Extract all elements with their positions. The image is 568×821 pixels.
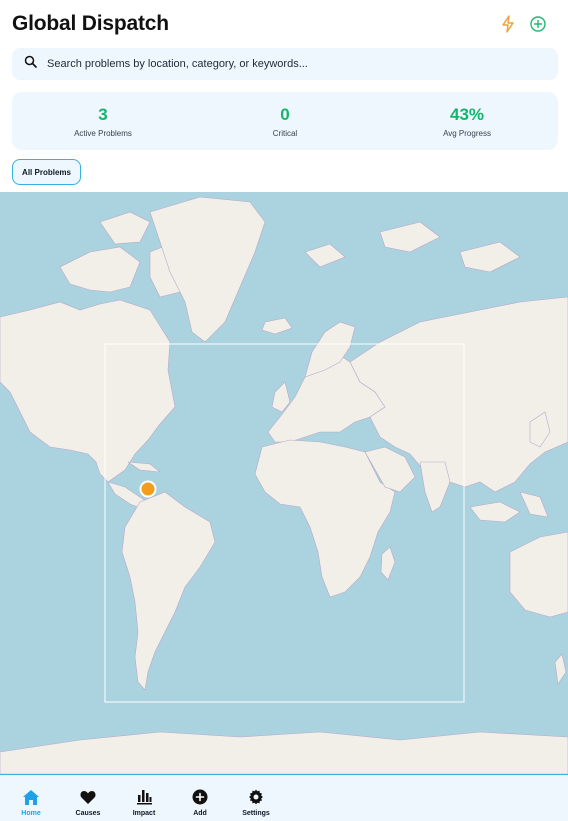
search-icon [24,55,37,73]
gear-icon [247,788,265,806]
nav-settings[interactable]: Settings [234,775,278,821]
stat-label: Critical [272,128,298,138]
filter-all-problems[interactable]: All Problems [12,159,81,185]
nav-home[interactable]: Home [9,775,53,821]
stat-critical: 0 Critical [194,92,376,150]
page-title: Global Dispatch [12,12,169,35]
stat-value: 3 [98,104,108,124]
stat-label: Active Problems [74,128,132,138]
world-map[interactable] [0,192,568,774]
search-bar[interactable] [12,48,558,80]
stat-label: Avg Progress [443,128,491,138]
lightning-icon[interactable] [498,14,518,34]
nav-label: Add [193,810,207,817]
nav-label: Home [21,810,41,817]
nav-causes[interactable]: Causes [66,775,110,821]
stat-value: 0 [280,104,290,124]
add-icon [191,788,209,806]
search-input[interactable] [47,58,527,70]
nav-add[interactable]: Add [178,775,222,821]
app-header: Global Dispatch [0,0,568,48]
nav-label: Settings [242,810,270,817]
nav-impact[interactable]: Impact [122,775,166,821]
stat-active-problems: 3 Active Problems [12,92,194,150]
heart-icon [79,788,97,806]
nav-label: Impact [132,810,156,817]
bottom-nav: Home Causes Impact Add Settings [0,774,568,821]
nav-label: Causes [75,810,101,817]
stats-panel: 3 Active Problems 0 Critical 43% Avg Pro… [12,92,558,150]
land-masses [0,196,568,774]
map-marker[interactable] [139,480,157,498]
home-icon [22,788,40,806]
add-circle-icon[interactable] [528,14,548,34]
stat-value: 43% [449,104,485,124]
stat-avg-progress: 43% Avg Progress [376,92,558,150]
bar-chart-icon [135,788,153,806]
